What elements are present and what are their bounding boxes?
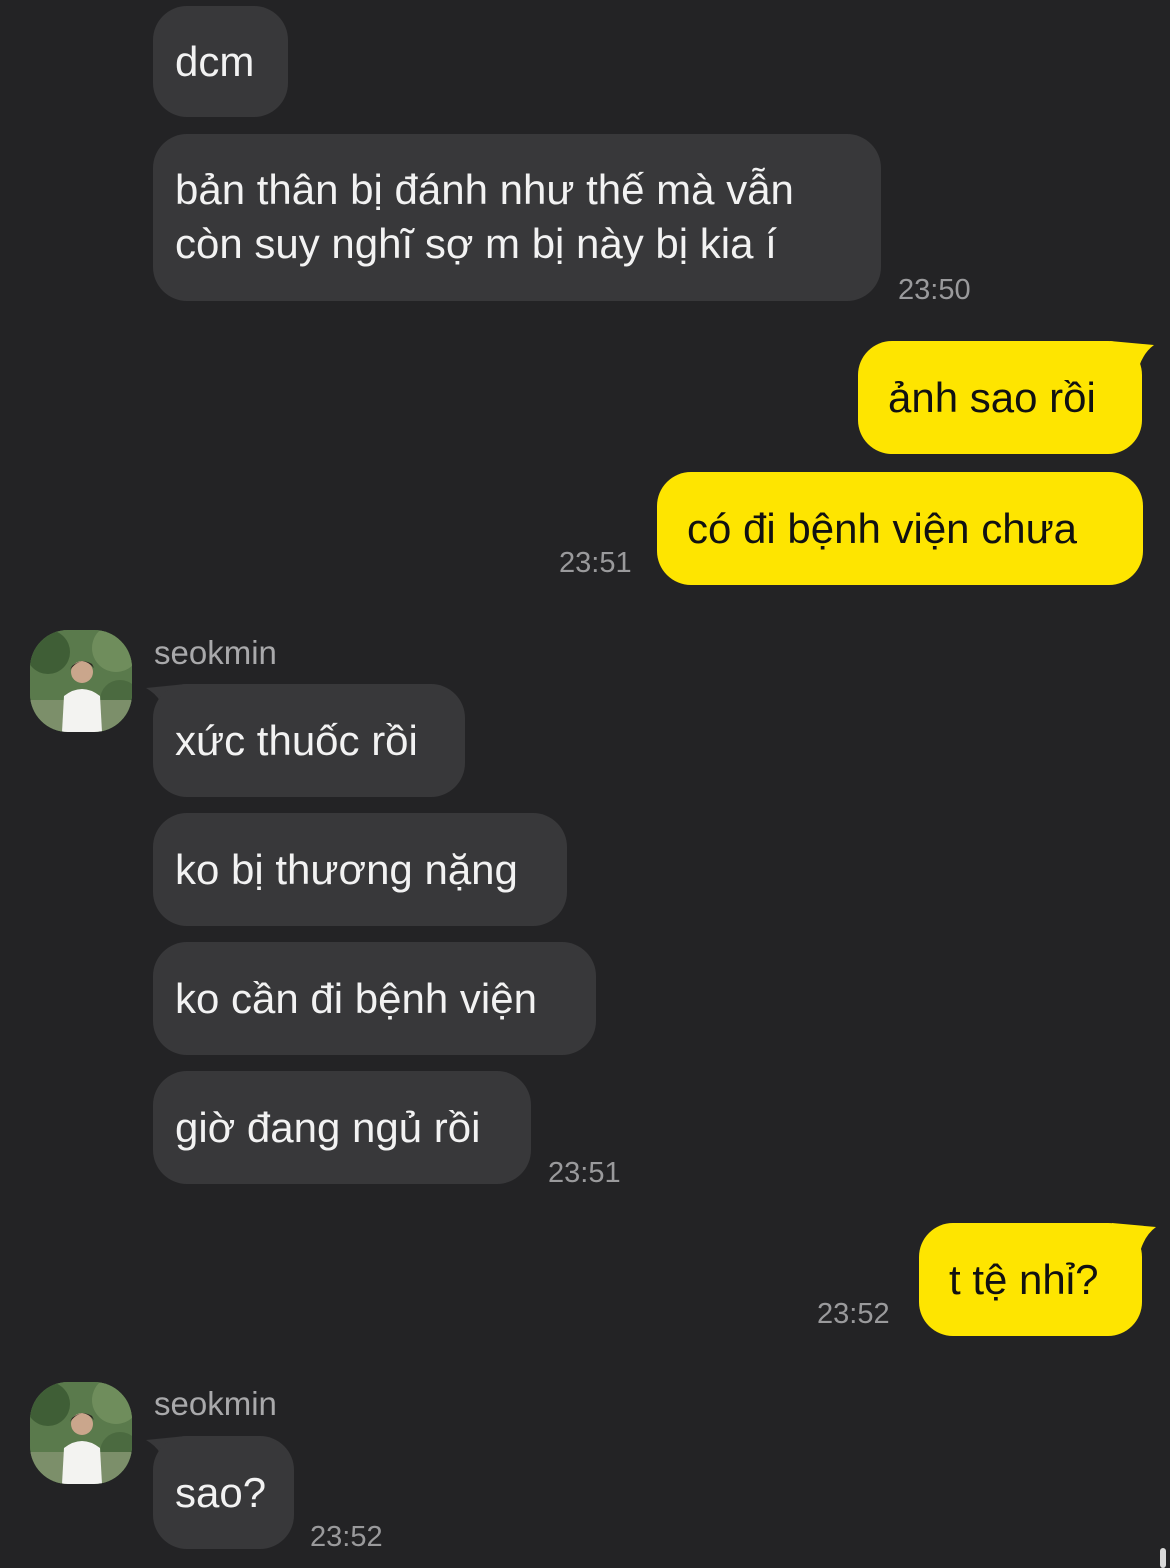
message-text: dcm xyxy=(175,37,255,85)
message-text: t tệ nhỉ? xyxy=(949,1255,1099,1303)
message-bubble-incoming[interactable]: dcm xyxy=(153,6,288,117)
message-text: có đi bệnh viện chưa xyxy=(687,504,1078,552)
message-bubble-incoming[interactable]: ko bị thương nặng xyxy=(153,813,567,926)
scrollbar[interactable] xyxy=(1160,1548,1166,1568)
message-timestamp: 23:52 xyxy=(310,1521,383,1553)
message-bubble-incoming[interactable]: giờ đang ngủ rồi xyxy=(153,1071,531,1184)
message-timestamp: 23:51 xyxy=(559,547,632,579)
bubble-tail-icon xyxy=(1112,1223,1156,1261)
message-text: sao? xyxy=(175,1468,267,1516)
avatar[interactable] xyxy=(30,630,132,732)
message-text: xức thuốc rồi xyxy=(175,716,418,764)
profile-photo-icon xyxy=(30,1382,132,1484)
message-bubble-incoming[interactable]: bản thân bị đánh như thế mà vẫn còn suy … xyxy=(153,134,881,301)
message-bubble-incoming[interactable]: ko cần đi bệnh viện xyxy=(153,942,596,1055)
message-timestamp: 23:52 xyxy=(817,1298,890,1330)
message-text: ko bị thương nặng xyxy=(175,845,518,893)
message-text: ko cần đi bệnh viện xyxy=(175,974,537,1022)
message-timestamp: 23:51 xyxy=(548,1157,621,1189)
avatar[interactable] xyxy=(30,1382,132,1484)
message-text: giờ đang ngủ rồi xyxy=(175,1103,481,1151)
message-bubble-incoming[interactable]: sao? xyxy=(153,1436,294,1549)
sender-name: seokmin xyxy=(154,1385,277,1422)
message-bubble-outgoing[interactable]: ảnh sao rồi xyxy=(858,341,1142,454)
message-bubble-incoming[interactable]: xức thuốc rồi xyxy=(153,684,465,797)
message-bubble-outgoing[interactable]: có đi bệnh viện chưa xyxy=(657,472,1143,585)
bubble-tail-icon xyxy=(1110,341,1154,379)
message-bubble-outgoing[interactable]: t tệ nhỉ? xyxy=(919,1223,1142,1336)
message-text: ảnh sao rồi xyxy=(888,373,1096,421)
sender-name: seokmin xyxy=(154,634,277,671)
profile-photo-icon xyxy=(30,630,132,732)
message-text: bản thân bị đánh như thế mà vẫn còn suy … xyxy=(175,166,794,267)
message-timestamp: 23:50 xyxy=(898,274,971,306)
